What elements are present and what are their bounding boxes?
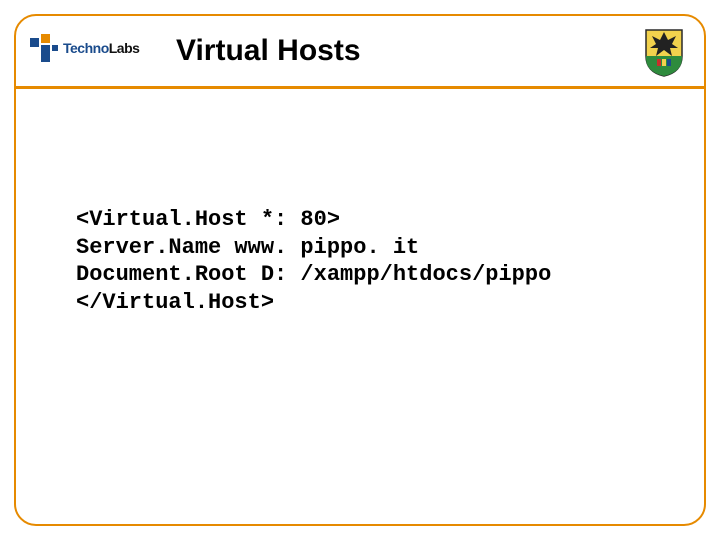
slide-frame: TechnoLabs Virtual Hosts <Virtual.Host *… (14, 14, 706, 526)
logo-mark-icon (30, 34, 60, 62)
technolabs-logo: TechnoLabs (30, 34, 139, 62)
slide-content: <Virtual.Host *: 80> Server.Name www. pi… (76, 206, 664, 316)
header-divider (16, 86, 704, 89)
code-line: </Virtual.Host> (76, 290, 274, 315)
slide-header: TechnoLabs Virtual Hosts (16, 16, 704, 86)
code-block: <Virtual.Host *: 80> Server.Name www. pi… (76, 206, 664, 316)
logo-text: TechnoLabs (63, 40, 139, 56)
crest-icon (642, 26, 686, 78)
slide-title: Virtual Hosts (176, 34, 361, 68)
code-line: Document.Root D: /xampp/htdocs/pippo (76, 262, 551, 287)
code-line: Server.Name www. pippo. it (76, 235, 419, 260)
code-line: <Virtual.Host *: 80> (76, 207, 340, 232)
